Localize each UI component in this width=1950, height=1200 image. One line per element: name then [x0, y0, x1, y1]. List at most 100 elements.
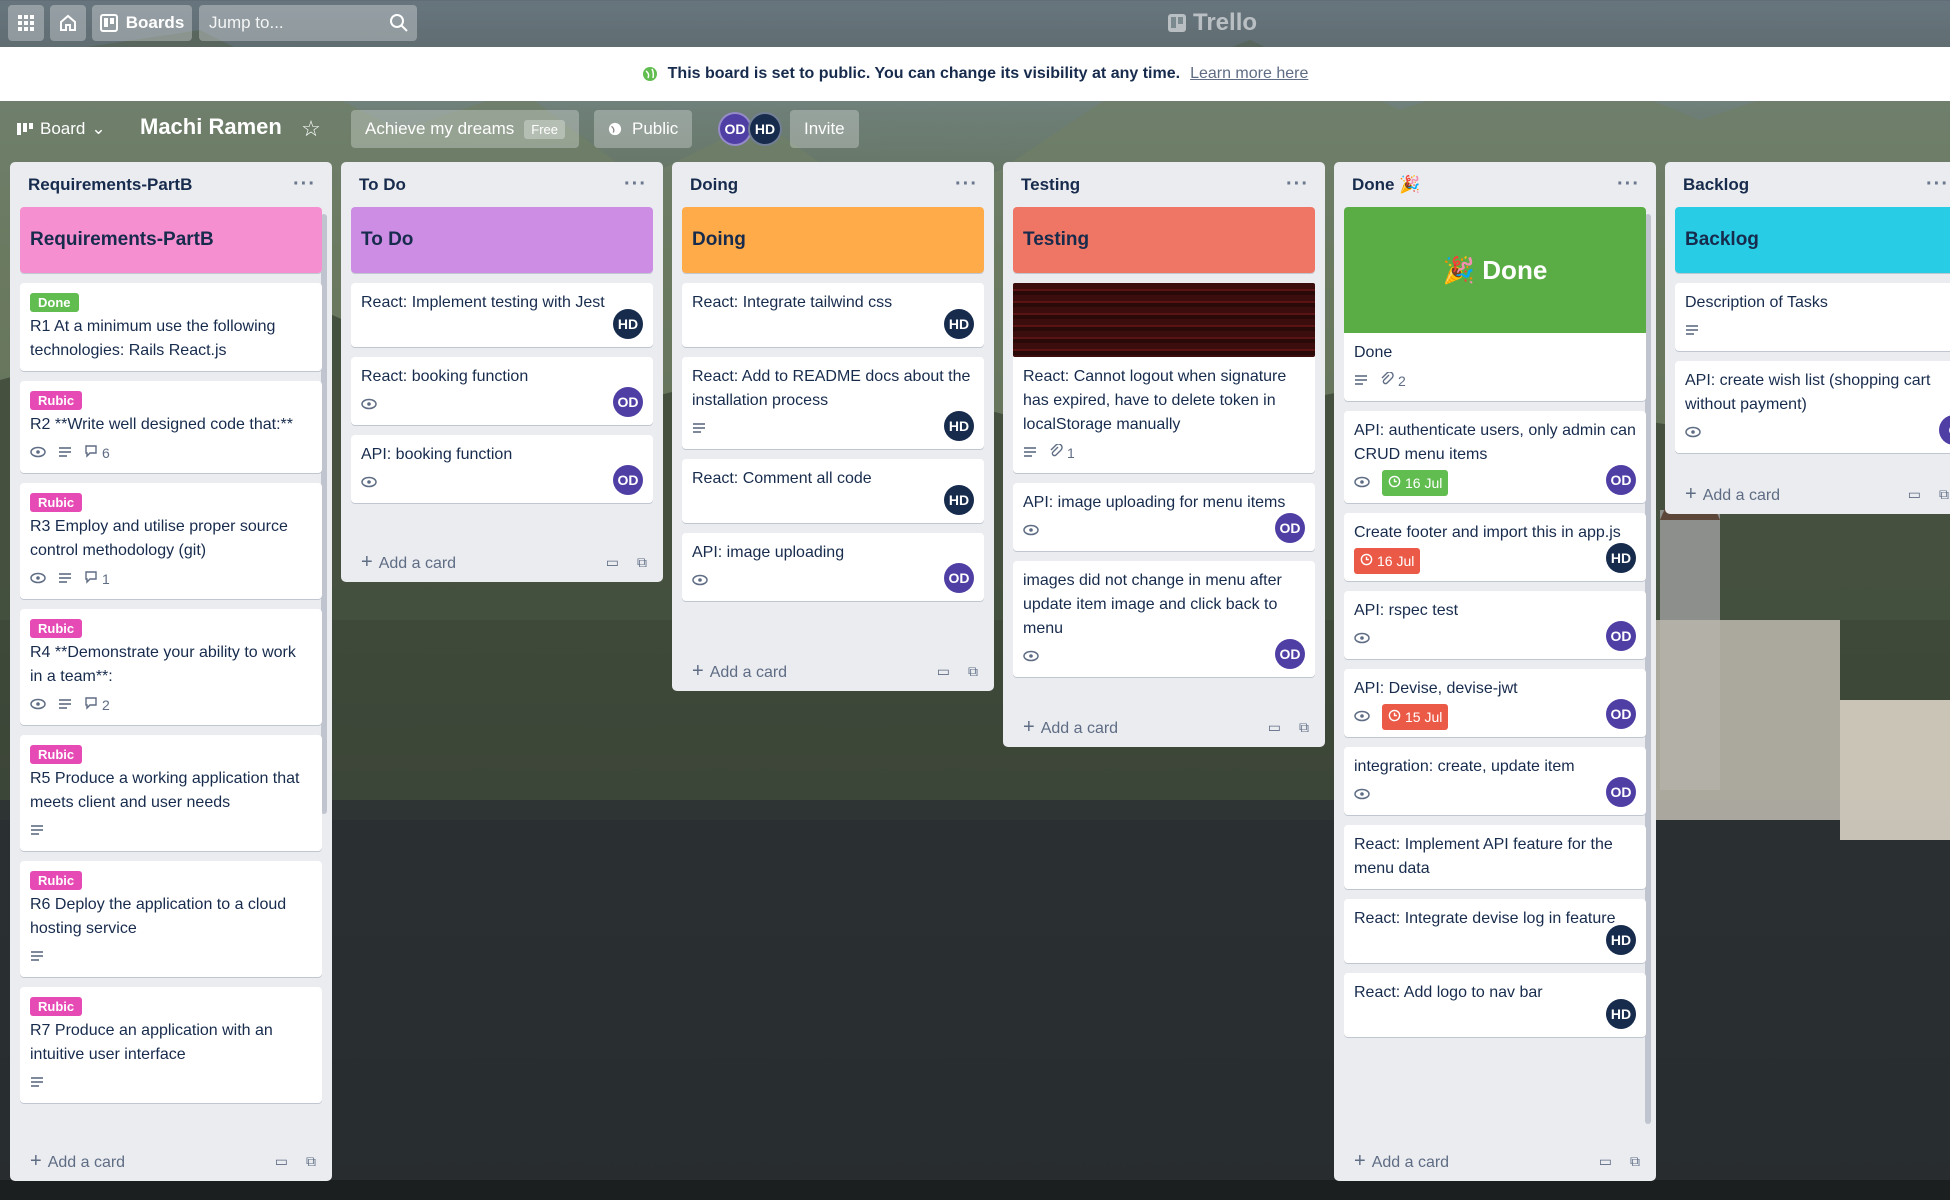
avatar[interactable]: OD: [1606, 465, 1636, 495]
template-icon[interactable]: ⧉: [637, 554, 647, 571]
card[interactable]: Rubic R6 Deploy the application to a clou…: [20, 861, 322, 977]
add-card-button[interactable]: + Add a card ▭ ⧉: [1665, 474, 1950, 514]
visibility-button[interactable]: Public: [594, 110, 693, 148]
cover-card[interactable]: Requirements-PartB: [20, 207, 322, 273]
list-title[interactable]: Doing: [690, 175, 738, 195]
card[interactable]: 🎉 Done Done 2: [1344, 207, 1646, 401]
add-card-button[interactable]: + Add a card ▭ ⧉: [672, 651, 994, 691]
card[interactable]: API: image uploading for menu items OD: [1013, 483, 1315, 551]
card[interactable]: React: Cannot logout when signature has …: [1013, 283, 1315, 473]
card[interactable]: API: authenticate users, only admin can …: [1344, 411, 1646, 503]
camera-icon[interactable]: ▭: [937, 663, 950, 680]
avatar[interactable]: HD: [1606, 999, 1636, 1029]
avatar[interactable]: HD: [1606, 925, 1636, 955]
template-icon[interactable]: ⧉: [1299, 719, 1309, 736]
home-icon[interactable]: [50, 5, 86, 41]
add-card-button[interactable]: + Add a card ▭ ⧉: [1334, 1141, 1656, 1181]
card[interactable]: Done R1 At a minimum use the following te…: [20, 283, 322, 371]
invite-button[interactable]: Invite: [790, 110, 859, 148]
apps-grid-icon[interactable]: [8, 5, 44, 41]
cover-card[interactable]: Doing: [682, 207, 984, 273]
card[interactable]: Description of Tasks: [1675, 283, 1950, 351]
list-title[interactable]: Backlog: [1683, 175, 1749, 195]
card-label[interactable]: Rubic: [30, 493, 83, 512]
card-label[interactable]: Rubic: [30, 745, 83, 764]
avatar[interactable]: OD: [613, 387, 643, 417]
team-button[interactable]: Achieve my dreams Free: [351, 110, 580, 148]
avatar[interactable]: HD: [944, 485, 974, 515]
camera-icon[interactable]: ▭: [1908, 486, 1921, 503]
list-title[interactable]: Done 🎉: [1352, 175, 1420, 195]
more-options-icon[interactable]: ···: [1286, 173, 1309, 196]
trello-logo[interactable]: Trello: [1167, 9, 1257, 37]
card[interactable]: React: Add to README docs about the inst…: [682, 357, 984, 449]
camera-icon[interactable]: ▭: [606, 554, 619, 571]
cover-card[interactable]: To Do: [351, 207, 653, 273]
card[interactable]: Rubic R3 Employ and utilise proper source…: [20, 483, 322, 599]
avatar[interactable]: OD: [944, 563, 974, 593]
template-icon[interactable]: ⧉: [1630, 1153, 1640, 1170]
card[interactable]: images did not change in menu after upda…: [1013, 561, 1315, 677]
card[interactable]: React: Integrate tailwind css HD: [682, 283, 984, 347]
list-title[interactable]: Requirements-PartB: [28, 175, 192, 195]
card-label[interactable]: Rubic: [30, 391, 83, 410]
card[interactable]: React: booking function OD: [351, 357, 653, 425]
avatar[interactable]: HD: [613, 309, 643, 339]
cover-card[interactable]: Testing: [1013, 207, 1315, 273]
card[interactable]: Rubic R5 Produce a working application th…: [20, 735, 322, 851]
avatar[interactable]: HD: [944, 309, 974, 339]
list-title[interactable]: Testing: [1021, 175, 1080, 195]
card[interactable]: API: rspec test OD: [1344, 591, 1646, 659]
search-input[interactable]: Jump to...: [199, 5, 417, 41]
camera-icon[interactable]: ▭: [1268, 719, 1281, 736]
avatar[interactable]: OD: [1606, 777, 1636, 807]
more-options-icon[interactable]: ···: [1617, 173, 1640, 196]
card-label[interactable]: Rubic: [30, 997, 83, 1016]
template-icon[interactable]: ⧉: [968, 663, 978, 680]
card[interactable]: Rubic R4 **Demonstrate your ability to wo…: [20, 609, 322, 725]
camera-icon[interactable]: ▭: [1599, 1153, 1612, 1170]
camera-icon[interactable]: ▭: [275, 1153, 288, 1170]
list-title[interactable]: To Do: [359, 175, 406, 195]
card-label[interactable]: Done: [30, 293, 79, 312]
due-date-badge[interactable]: 16 Jul: [1382, 470, 1449, 496]
cover-card[interactable]: Backlog: [1675, 207, 1950, 273]
add-card-button[interactable]: + Add a card ▭ ⧉: [10, 1141, 332, 1181]
learn-more-link[interactable]: Learn more here: [1190, 65, 1308, 83]
board-title[interactable]: Machi Ramen: [140, 114, 282, 140]
avatar[interactable]: OD: [1275, 639, 1305, 669]
card[interactable]: React: Implement testing with Jest HD: [351, 283, 653, 347]
add-card-button[interactable]: + Add a card ▭ ⧉: [1003, 707, 1325, 747]
avatar[interactable]: OD: [613, 465, 643, 495]
avatar[interactable]: HD: [748, 112, 782, 146]
card-label[interactable]: Rubic: [30, 871, 83, 890]
card[interactable]: API: create wish list (shopping cart wit…: [1675, 361, 1950, 453]
card[interactable]: API: image uploading OD: [682, 533, 984, 601]
card[interactable]: React: Comment all code HD: [682, 459, 984, 523]
avatar[interactable]: HD: [1606, 543, 1636, 573]
card[interactable]: Rubic R7 Produce an application with an i…: [20, 987, 322, 1103]
avatar[interactable]: OD: [1606, 699, 1636, 729]
card[interactable]: Rubic R2 **Write well designed code that:…: [20, 381, 322, 473]
star-icon[interactable]: ☆: [298, 110, 324, 148]
card[interactable]: React: Implement API feature for the men…: [1344, 825, 1646, 889]
more-options-icon[interactable]: ···: [293, 173, 316, 196]
avatar[interactable]: OD: [718, 112, 752, 146]
card[interactable]: API: Devise, devise-jwt 15 Jul OD: [1344, 669, 1646, 737]
card[interactable]: Create footer and import this in app.js 1…: [1344, 513, 1646, 581]
card[interactable]: React: Add logo to nav bar HD: [1344, 973, 1646, 1037]
more-options-icon[interactable]: ···: [955, 173, 978, 196]
card[interactable]: React: Integrate devise log in feature HD: [1344, 899, 1646, 963]
board-view-switcher[interactable]: Board ⌄: [12, 110, 110, 148]
card[interactable]: integration: create, update item OD: [1344, 747, 1646, 815]
boards-button[interactable]: Boards: [92, 5, 192, 41]
card-label[interactable]: Rubic: [30, 619, 83, 638]
template-icon[interactable]: ⧉: [1939, 486, 1949, 503]
avatar[interactable]: HD: [944, 411, 974, 441]
due-date-badge[interactable]: 16 Jul: [1354, 548, 1421, 574]
due-date-badge[interactable]: 15 Jul: [1382, 704, 1449, 730]
avatar[interactable]: OD: [1606, 621, 1636, 651]
card[interactable]: API: booking function OD: [351, 435, 653, 503]
template-icon[interactable]: ⧉: [306, 1153, 316, 1170]
add-card-button[interactable]: + Add a card ▭ ⧉: [341, 542, 663, 582]
